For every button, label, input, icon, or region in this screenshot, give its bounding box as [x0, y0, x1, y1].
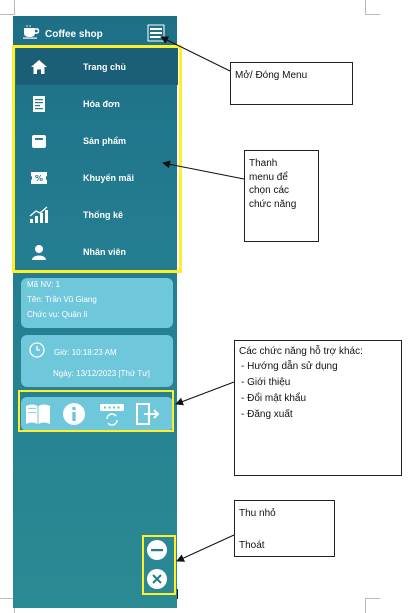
arrow-to-window-buttons	[176, 534, 235, 562]
note-item: - Đăng xuất	[241, 409, 293, 420]
arrow-to-menu-bar	[162, 160, 245, 180]
note-item: - Đổi mật khẩu	[241, 393, 307, 404]
note-text: Mở/ Đóng Menu	[235, 70, 308, 81]
note-menu-toggle: Mở/ Đóng Menu	[230, 62, 353, 105]
note-support-functions: Các chức năng hỗ trợ khác: - Hướng dẫn s…	[234, 340, 402, 476]
note-title: Các chức năng hỗ trợ khác:	[239, 346, 363, 357]
note-window-buttons: Thu nhỏ Thoát	[234, 500, 335, 557]
note-menu-bar: Thanh menu để chọn các chức năng	[244, 150, 319, 242]
note-item: - Hướng dẫn sử dụng	[241, 361, 338, 372]
arrow-to-support-tools	[175, 381, 235, 406]
arrow-to-menu-toggle	[160, 36, 231, 72]
note-text: Thanh menu để chọn các chức năng	[249, 158, 297, 210]
note-minimize: Thu nhỏ	[239, 508, 276, 519]
note-item: - Giới thiệu	[241, 377, 291, 388]
note-exit: Thoát	[239, 540, 265, 551]
